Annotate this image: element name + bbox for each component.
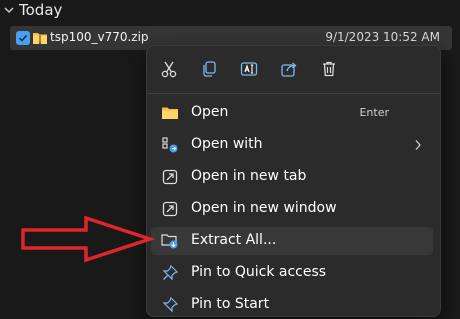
- menu-item-label: Extract All...: [191, 232, 277, 248]
- menu-item-label: Pin to Quick access: [191, 264, 327, 280]
- cut-button[interactable]: [157, 57, 181, 81]
- rename-icon: [240, 62, 258, 76]
- menu-item-open-new-window[interactable]: Open in new window: [151, 195, 433, 223]
- new-tab-icon: [162, 169, 178, 185]
- trash-icon: [323, 61, 335, 77]
- menu-item-label: Open with: [191, 136, 263, 152]
- menu-item-label: Open in new window: [191, 200, 337, 216]
- menu-item-open-new-tab[interactable]: Open in new tab: [151, 163, 433, 191]
- check-icon: [18, 34, 28, 42]
- menu-item-open[interactable]: Open Enter: [151, 99, 433, 127]
- menu-item-label: Open in new tab: [191, 168, 307, 184]
- new-window-icon: [162, 201, 178, 217]
- share-icon: [281, 62, 297, 77]
- chevron-right-icon: [415, 140, 421, 150]
- folder-icon: [162, 107, 178, 119]
- file-checkbox[interactable]: [16, 31, 30, 45]
- delete-button[interactable]: [317, 57, 341, 81]
- open-with-icon: [162, 137, 178, 153]
- menu-item-extract-all[interactable]: Extract All...: [151, 227, 433, 255]
- pin-icon: [162, 264, 179, 281]
- copy-icon: [203, 61, 216, 77]
- menu-separator: [147, 93, 440, 94]
- menu-item-label: Open: [191, 104, 229, 120]
- annotation-arrow-icon: [21, 215, 156, 263]
- menu-item-shortcut: Enter: [359, 106, 389, 119]
- extract-icon: [161, 234, 178, 249]
- scissors-icon: [161, 61, 177, 78]
- menu-item-pin-start[interactable]: Pin to Start: [151, 291, 433, 319]
- menu-item-label: Pin to Start: [191, 296, 270, 312]
- menu-item-pin-quick-access[interactable]: Pin to Quick access: [151, 259, 433, 287]
- menu-item-open-with[interactable]: Open with: [151, 131, 433, 159]
- zip-folder-icon: [33, 33, 47, 44]
- group-label: Today: [19, 1, 63, 19]
- pin-start-icon: [162, 296, 179, 313]
- context-menu: Open Enter Open with Open in new tab Ope…: [146, 45, 441, 317]
- group-header-today[interactable]: Today: [0, 0, 62, 20]
- rename-button[interactable]: [237, 57, 261, 81]
- copy-button[interactable]: [197, 57, 221, 81]
- chevron-down-icon[interactable]: [2, 3, 16, 17]
- share-button[interactable]: [277, 57, 301, 81]
- file-date-modified: 9/1/2023 10:52 AM: [325, 30, 440, 44]
- context-menu-toolbar: [147, 46, 440, 92]
- file-name[interactable]: tsp100_v770.zip: [50, 30, 149, 44]
